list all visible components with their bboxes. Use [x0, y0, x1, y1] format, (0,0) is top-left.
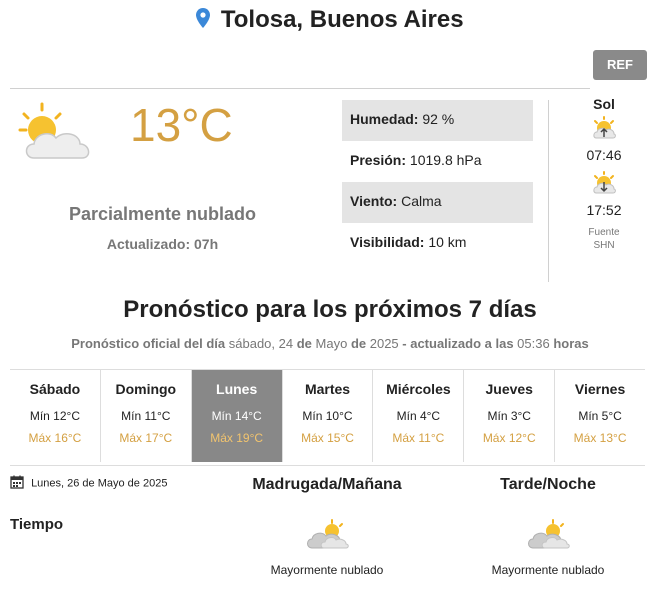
wind-value: Calma	[401, 193, 442, 209]
day-max: Máx 15°C	[301, 431, 354, 445]
day-min: Mín 11°C	[121, 409, 171, 423]
updated-time: Actualizado: 07h	[106, 236, 219, 252]
mostly-cloudy-icon	[247, 518, 407, 555]
morning-condition: Mayormente nublado	[270, 563, 384, 577]
subtitle-part: de	[350, 336, 367, 351]
day-max: Máx 12°C	[482, 431, 536, 445]
day-name: Jueves	[485, 381, 533, 397]
current-temperature: 13°C	[130, 99, 233, 151]
day-min: Mín 4°C	[396, 409, 441, 423]
evening-header: Tarde/Noche	[500, 476, 596, 493]
day-min: Mín 12°C	[29, 409, 80, 423]
day-max: Máx 17°C	[119, 431, 173, 445]
day-tab-jueves[interactable]: Jueves Mín 3°C Máx 12°C	[464, 370, 556, 462]
subtitle-part: Pronóstico oficial del día	[71, 336, 226, 351]
subtitle-part: horas	[553, 336, 589, 351]
forecast-title: Pronóstico para los próximos 7 días	[123, 296, 537, 323]
wind-label: Viento:	[350, 193, 398, 209]
subtitle-part: 05:36	[517, 336, 550, 351]
source-label: Fuente	[588, 227, 620, 238]
humidity-row: Humedad: 92 %	[342, 100, 533, 141]
mostly-cloudy-icon	[468, 518, 628, 555]
sun-title: Sol	[593, 96, 615, 112]
forecast-subtitle: Pronóstico oficial del día sábado, 24 de…	[0, 336, 660, 351]
morning-header: Madrugada/Mañana	[252, 476, 402, 493]
sunset-icon	[566, 171, 642, 200]
source-value: SHN	[593, 240, 615, 251]
day-min: Mín 3°C	[487, 409, 531, 423]
day-tab-domingo[interactable]: Domingo Mín 11°C Máx 17°C	[101, 370, 192, 462]
current-description: Parcialmente nublado	[68, 204, 257, 224]
day-name: Sábado	[29, 381, 81, 397]
day-tab-sabado[interactable]: Sábado Mín 12°C Máx 16°C	[10, 370, 101, 462]
subtitle-part: - actualizado a las	[402, 336, 514, 351]
pressure-value: 1019.8 hPa	[409, 152, 482, 168]
detail-date: Lunes, 26 de Mayo de 2025	[10, 475, 167, 492]
evening-forecast: Mayormente nublado	[468, 518, 628, 577]
vertical-divider	[548, 100, 549, 282]
day-tab-lunes[interactable]: Lunes Mín 14°C Máx 19°C	[191, 370, 283, 462]
forecast-days: Sábado Mín 12°C Máx 16°C Domingo Mín 11°…	[10, 369, 645, 462]
day-name: Miércoles	[386, 381, 451, 397]
calendar-icon	[10, 475, 24, 492]
day-tab-miercoles[interactable]: Miércoles Mín 4°C Máx 11°C	[373, 370, 465, 462]
weather-details: Humedad: 92 % Presión: 1019.8 hPa Viento…	[342, 100, 533, 264]
sunrise-icon	[566, 116, 642, 145]
visibility-value: 10 km	[428, 234, 467, 250]
sun-panel: Sol 07:46 17:52 Fuente SHN	[566, 96, 642, 252]
sunrise-time: 07:46	[586, 147, 622, 163]
day-max: Máx 16°C	[28, 431, 82, 445]
visibility-row: Visibilidad: 10 km	[342, 223, 533, 264]
subtitle-part: Mayo	[315, 336, 348, 351]
humidity-value: 92 %	[422, 111, 455, 127]
sunset-time: 17:52	[586, 202, 622, 218]
day-max: Máx 19°C	[210, 431, 264, 445]
subtitle-part: sábado, 24	[228, 336, 294, 351]
location-header: Tolosa, Buenos Aires	[0, 6, 660, 34]
visibility-label: Visibilidad:	[350, 234, 425, 250]
day-name: Lunes	[216, 381, 258, 397]
city-name: Tolosa, Buenos Aires	[220, 6, 464, 33]
wind-row: Viento: Calma	[342, 182, 533, 223]
tiempo-label: Tiempo	[10, 516, 64, 533]
ref-button[interactable]: REF	[593, 50, 647, 80]
morning-forecast: Mayormente nublado	[247, 518, 407, 577]
day-max: Máx 11°C	[392, 431, 445, 445]
day-tab-viernes[interactable]: Viernes Mín 5°C Máx 13°C	[555, 370, 645, 462]
day-min: Mín 14°C	[211, 409, 262, 423]
day-min: Mín 10°C	[302, 409, 353, 423]
day-name: Martes	[304, 381, 351, 397]
humidity-label: Humedad:	[350, 111, 419, 127]
location-pin-icon	[196, 7, 211, 33]
day-tab-martes[interactable]: Martes Mín 10°C Máx 15°C	[283, 370, 374, 462]
subtitle-part: de	[296, 336, 312, 351]
evening-condition: Mayormente nublado	[491, 563, 605, 577]
pressure-row: Presión: 1019.8 hPa	[342, 141, 533, 182]
divider	[10, 465, 645, 466]
day-name: Domingo	[115, 381, 177, 397]
day-max: Máx 13°C	[573, 431, 627, 445]
subtitle-part: 2025	[369, 336, 399, 351]
day-name: Viernes	[574, 381, 626, 397]
partly-cloudy-icon	[18, 100, 98, 171]
divider	[10, 88, 590, 89]
pressure-label: Presión:	[350, 152, 407, 168]
detail-date-text: Lunes, 26 de Mayo de 2025	[31, 477, 168, 490]
day-min: Mín 5°C	[578, 409, 622, 423]
